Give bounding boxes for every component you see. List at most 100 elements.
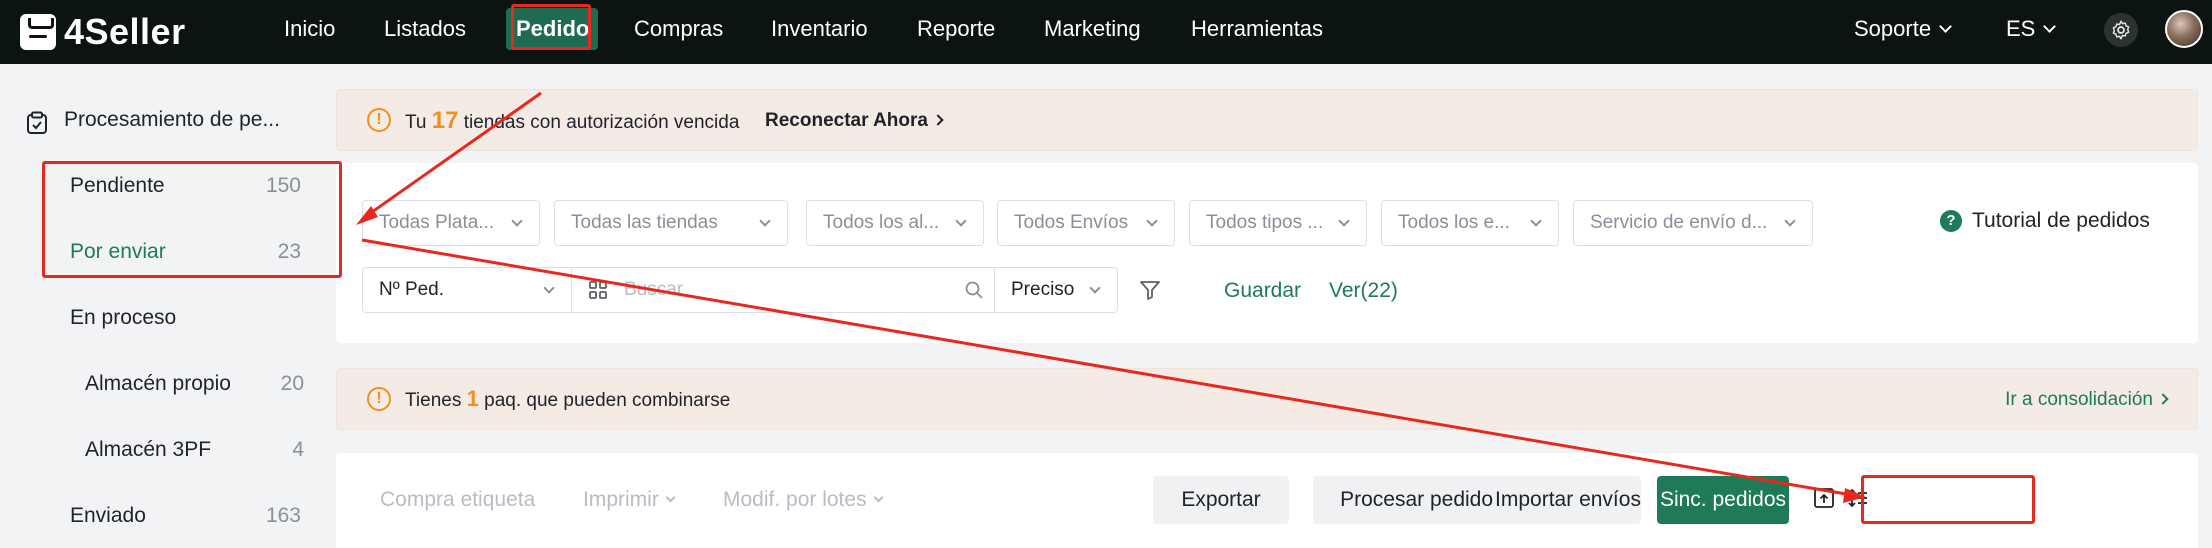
search-field-value: Nº Ped.: [379, 279, 445, 300]
sidebar-count-almacen-propio: 20: [280, 372, 304, 395]
nav-item-inicio[interactable]: Inicio: [284, 0, 335, 64]
match-mode-value: Preciso: [1011, 279, 1075, 300]
language-menu[interactable]: ES: [2006, 0, 2057, 64]
nav-item-herramientas[interactable]: Herramientas: [1191, 0, 1323, 64]
sync-orders-button[interactable]: Sinc. pedidos: [1657, 476, 1789, 524]
reconnect-label: Reconectar Ahora: [765, 110, 928, 131]
chevron-down-icon: [1338, 215, 1350, 227]
chevron-down-icon: [873, 492, 884, 503]
avatar[interactable]: [2165, 10, 2203, 48]
logo-icon: [20, 14, 56, 50]
store-select[interactable]: Todas las tiendas: [554, 200, 788, 246]
auth-banner-text: tiendas con autorización vencida: [463, 112, 740, 133]
sidebar-item-enviado[interactable]: Enviado: [70, 504, 146, 528]
auth-banner-count: 17: [431, 107, 459, 134]
export-button[interactable]: Exportar: [1153, 476, 1289, 524]
shipping-select[interactable]: Todos Envíos: [997, 200, 1175, 246]
language-label: ES: [2006, 16, 2036, 41]
status-select-value: Todos los e...: [1398, 212, 1510, 233]
save-button[interactable]: Guardar: [1224, 279, 1301, 303]
combine-banner-text: paq. que pueden combinarse: [484, 390, 731, 411]
sidebar-item-almacen-3pf[interactable]: Almacén 3PF: [85, 438, 211, 462]
combine-packages-banner: ! Tienes 1 paq. que pueden combinarse Ir…: [336, 368, 2198, 430]
search-placeholder: Buscar: [624, 279, 684, 300]
print-menu[interactable]: Imprimir: [583, 488, 676, 512]
nav-item-listados[interactable]: Listados: [384, 0, 466, 64]
type-select[interactable]: Todos tipos ...: [1189, 200, 1367, 246]
logo[interactable]: 4Seller: [20, 10, 186, 54]
logo-text: 4Seller: [64, 11, 186, 52]
platform-select[interactable]: Todas Plata...: [362, 200, 540, 246]
filter-panel: Todas Plata... Todas las tiendas Todos l…: [336, 163, 2198, 343]
shipping-service-select[interactable]: Servicio de envío d...: [1573, 200, 1813, 246]
upload-icon[interactable]: [1813, 487, 1835, 509]
match-mode-select[interactable]: Preciso: [994, 267, 1118, 313]
auth-banner-message: Tu 17 tiendas con autorización vencida: [405, 107, 739, 135]
settings-button[interactable]: [2104, 13, 2138, 47]
type-select-value: Todos tipos ...: [1206, 212, 1324, 233]
top-nav-bar: 4Seller Inicio Listados Pedido Compras I…: [0, 0, 2212, 64]
order-actions-toolbar: Compra etiqueta Imprimir Modif. por lote…: [336, 453, 2198, 548]
nav-item-pedido[interactable]: Pedido: [516, 0, 589, 64]
chevron-down-icon: [1530, 215, 1542, 227]
chevron-down-icon: [1784, 215, 1796, 227]
nav-item-marketing[interactable]: Marketing: [1044, 0, 1141, 64]
shipping-select-value: Todos Envíos: [1014, 212, 1129, 233]
sidebar-count-enviado: 163: [265, 504, 301, 527]
sidebar-count-almacen-3pf: 4: [292, 438, 304, 461]
combine-banner-prefix: Tienes: [405, 390, 462, 411]
gear-icon: [2112, 20, 2130, 40]
combine-banner-count: 1: [466, 386, 479, 411]
import-shipments-button[interactable]: Importar envíos: [1495, 476, 1641, 524]
nav-item-reporte[interactable]: Reporte: [917, 0, 995, 64]
platform-select-value: Todas Plata...: [379, 212, 495, 233]
search-input[interactable]: Buscar: [571, 267, 1001, 313]
print-label: Imprimir: [583, 488, 659, 511]
consolidation-label: Ir a consolidación: [2005, 389, 2153, 410]
clipboard-icon: [27, 111, 47, 134]
chevron-right-icon: [932, 114, 944, 126]
warehouse-select-value: Todos los al...: [823, 212, 940, 233]
bulk-edit-label: Modif. por lotes: [723, 488, 867, 511]
status-select[interactable]: Todos los e...: [1381, 200, 1559, 246]
sidebar-count-por-enviar: 23: [277, 240, 301, 263]
nav-item-inventario[interactable]: Inventario: [771, 0, 868, 64]
chevron-down-icon: [1939, 20, 1952, 33]
store-select-value: Todas las tiendas: [571, 212, 718, 233]
sidebar-item-almacen-propio[interactable]: Almacén propio: [85, 372, 231, 396]
auth-expired-banner: ! Tu 17 tiendas con autorización vencida…: [336, 89, 2198, 151]
chevron-down-icon: [1146, 215, 1158, 227]
search-field-select[interactable]: Nº Ped.: [362, 267, 572, 313]
help-icon: ?: [1940, 210, 1962, 232]
chevron-down-icon: [665, 492, 676, 503]
column-settings-icon[interactable]: [1847, 487, 1869, 509]
sidebar: Procesamiento de pe... Pendiente 150 Por…: [0, 64, 320, 548]
bulk-edit-menu[interactable]: Modif. por lotes: [723, 488, 884, 512]
sidebar-item-por-enviar[interactable]: Por enviar: [70, 240, 166, 264]
chevron-down-icon: [511, 215, 523, 227]
chevron-right-icon: [2157, 393, 2169, 405]
sidebar-header[interactable]: Procesamiento de pe...: [64, 108, 280, 132]
sidebar-item-pendiente[interactable]: Pendiente: [70, 174, 165, 198]
search-icon[interactable]: [964, 280, 984, 300]
tutorial-link[interactable]: Tutorial de pedidos: [1972, 209, 2150, 233]
chevron-down-icon: [543, 282, 555, 294]
warning-icon: !: [367, 387, 391, 411]
chevron-down-icon: [1089, 282, 1101, 294]
support-label: Soporte: [1854, 16, 1932, 41]
reconnect-link[interactable]: Reconectar Ahora: [765, 110, 944, 132]
chevron-down-icon: [759, 215, 771, 227]
combine-banner-message: Tienes 1 paq. que pueden combinarse: [405, 386, 730, 412]
sidebar-count-pendiente: 150: [265, 174, 301, 197]
chevron-down-icon: [2043, 20, 2057, 33]
support-menu[interactable]: Soporte: [1854, 0, 1952, 64]
nav-item-compras[interactable]: Compras: [634, 0, 723, 64]
sidebar-item-en-proceso[interactable]: En proceso: [70, 306, 176, 330]
view-button[interactable]: Ver(22): [1329, 279, 1398, 303]
warehouse-select[interactable]: Todos los al...: [806, 200, 984, 246]
filter-icon[interactable]: [1138, 278, 1162, 302]
scan-icon: [589, 281, 607, 299]
warning-icon: !: [367, 108, 391, 132]
consolidation-link[interactable]: Ir a consolidación: [2005, 389, 2169, 411]
buy-label-button[interactable]: Compra etiqueta: [380, 488, 535, 512]
